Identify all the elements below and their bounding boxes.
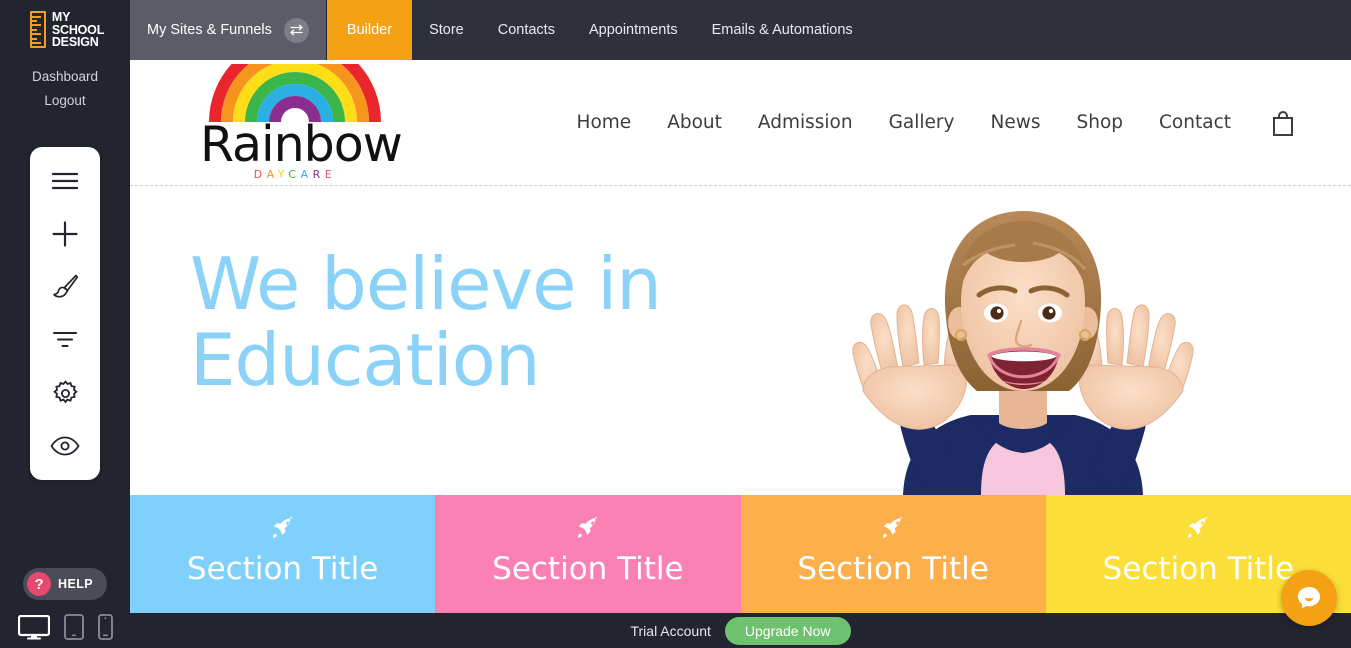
tab-emails-automations[interactable]: Emails & Automations	[695, 0, 870, 60]
eye-preview-icon[interactable]	[39, 420, 91, 473]
rocket-icon	[1186, 516, 1210, 545]
tab-store[interactable]: Store	[412, 0, 481, 60]
rocket-icon	[271, 516, 295, 545]
site-header: Rainbow DAYCARE Home About Admission Gal…	[130, 60, 1351, 186]
site-nav-home[interactable]: Home	[559, 112, 650, 133]
site-nav-contact[interactable]: Contact	[1141, 112, 1249, 133]
sidebar-item-logout[interactable]: Logout	[32, 93, 98, 108]
trial-bottom-bar: Trial Account Upgrade Now	[130, 613, 1351, 648]
app-logo[interactable]: MY SCHOOL DESIGN	[26, 11, 104, 49]
tab-appointments[interactable]: Appointments	[572, 0, 695, 60]
site-nav-about[interactable]: About	[649, 112, 740, 133]
trial-account-label: Trial Account	[630, 622, 711, 639]
add-plus-icon[interactable]	[39, 208, 91, 261]
sites-chip-label: My Sites & Funnels	[147, 22, 272, 38]
section-tile-3[interactable]: Section Title	[740, 495, 1046, 613]
site-logo[interactable]: Rainbow DAYCARE	[200, 64, 403, 181]
section-tile-1[interactable]: Section Title	[130, 495, 436, 613]
hero-image-girl	[852, 211, 1194, 495]
help-label: HELP	[58, 577, 93, 591]
device-preview-switcher	[0, 614, 130, 640]
desktop-view-icon[interactable]	[17, 615, 50, 640]
shopping-bag-icon[interactable]	[1249, 110, 1313, 136]
section-tile-title: Section Title	[797, 551, 989, 587]
hero-title: We believe in Education	[190, 242, 662, 402]
rocket-icon	[881, 516, 905, 545]
rainbow-icon	[200, 64, 390, 122]
site-nav-admission[interactable]: Admission	[740, 112, 871, 133]
section-tiles-row: Section Title Section Title Section Titl…	[130, 495, 1351, 613]
tab-contacts[interactable]: Contacts	[481, 0, 572, 60]
section-tile-2[interactable]: Section Title	[435, 495, 741, 613]
left-sidebar: MY SCHOOL DESIGN Dashboard Logout ? HELP	[0, 0, 130, 648]
tablet-view-icon[interactable]	[63, 614, 84, 640]
builder-app: MY SCHOOL DESIGN Dashboard Logout ? HELP…	[0, 0, 1351, 648]
gear-icon[interactable]	[39, 367, 91, 420]
help-button-wrap: ? HELP	[0, 568, 130, 600]
upgrade-now-button[interactable]: Upgrade Now	[724, 616, 851, 645]
hamburger-menu-icon[interactable]	[39, 155, 91, 208]
swap-arrows-icon[interactable]	[283, 17, 309, 43]
logo-line-3: DESIGN	[51, 35, 99, 49]
site-navigation: Home About Admission Gallery News Shop C…	[559, 110, 1313, 136]
paintbrush-icon[interactable]	[39, 261, 91, 314]
site-nav-news[interactable]: News	[972, 112, 1058, 133]
section-tile-title: Section Title	[492, 551, 684, 587]
tab-builder[interactable]: Builder	[326, 0, 413, 60]
site-nav-shop[interactable]: Shop	[1058, 112, 1141, 133]
question-mark-icon: ?	[27, 572, 52, 596]
website-canvas: Rainbow DAYCARE Home About Admission Gal…	[130, 60, 1351, 613]
ruler-icon	[29, 11, 46, 49]
app-logo-text: MY SCHOOL DESIGN	[52, 11, 104, 49]
top-tabs: Store Contacts Appointments Emails & Aut…	[412, 0, 870, 60]
section-tile-title: Section Title	[1102, 551, 1295, 587]
logo-line-1: MY	[51, 10, 71, 24]
sidebar-links: Dashboard Logout	[32, 69, 98, 117]
site-nav-gallery[interactable]: Gallery	[871, 112, 973, 133]
rocket-icon	[576, 516, 600, 545]
top-navigation-bar: My Sites & Funnels Builder Store Contact…	[130, 0, 1351, 60]
filter-icon[interactable]	[39, 314, 91, 367]
site-logo-word: Rainbow	[200, 116, 403, 173]
help-button[interactable]: ? HELP	[23, 568, 107, 600]
section-tile-title: Section Title	[186, 551, 379, 587]
hero-section: We believe in Education	[130, 186, 1351, 495]
builder-tool-panel	[30, 146, 100, 480]
sidebar-item-dashboard[interactable]: Dashboard	[32, 69, 98, 84]
chat-widget-button[interactable]	[1281, 570, 1337, 626]
my-sites-and-funnels-switcher[interactable]: My Sites & Funnels	[130, 0, 327, 60]
mobile-view-icon[interactable]	[97, 614, 113, 640]
